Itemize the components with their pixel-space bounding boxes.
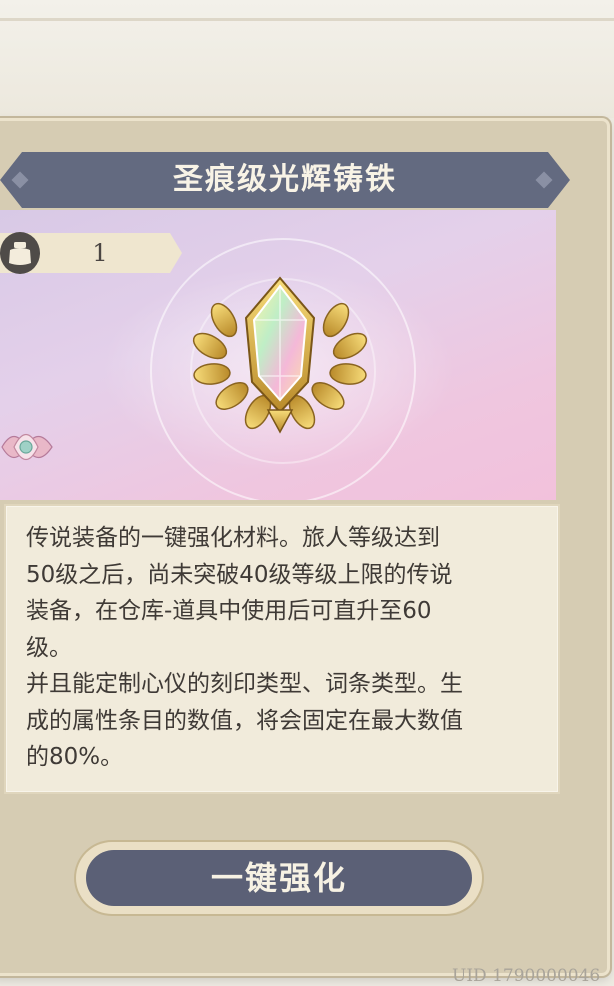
uid-label: UID 1790000046: [452, 966, 601, 986]
item-count: 1: [92, 239, 108, 267]
lotus-rarity-icon: [1, 433, 53, 461]
background-divider: [0, 18, 614, 21]
item-description: 传说装备的一键强化材料。旅人等级达到 50级之后，尚未突破40级等级上限的传说 …: [26, 525, 463, 770]
bag-icon: [0, 232, 40, 274]
enhance-button[interactable]: 一键强化: [86, 850, 472, 906]
radiant-crystal-laurel-icon: [192, 276, 368, 434]
item-title: 圣痕级光辉铸铁: [173, 162, 397, 197]
